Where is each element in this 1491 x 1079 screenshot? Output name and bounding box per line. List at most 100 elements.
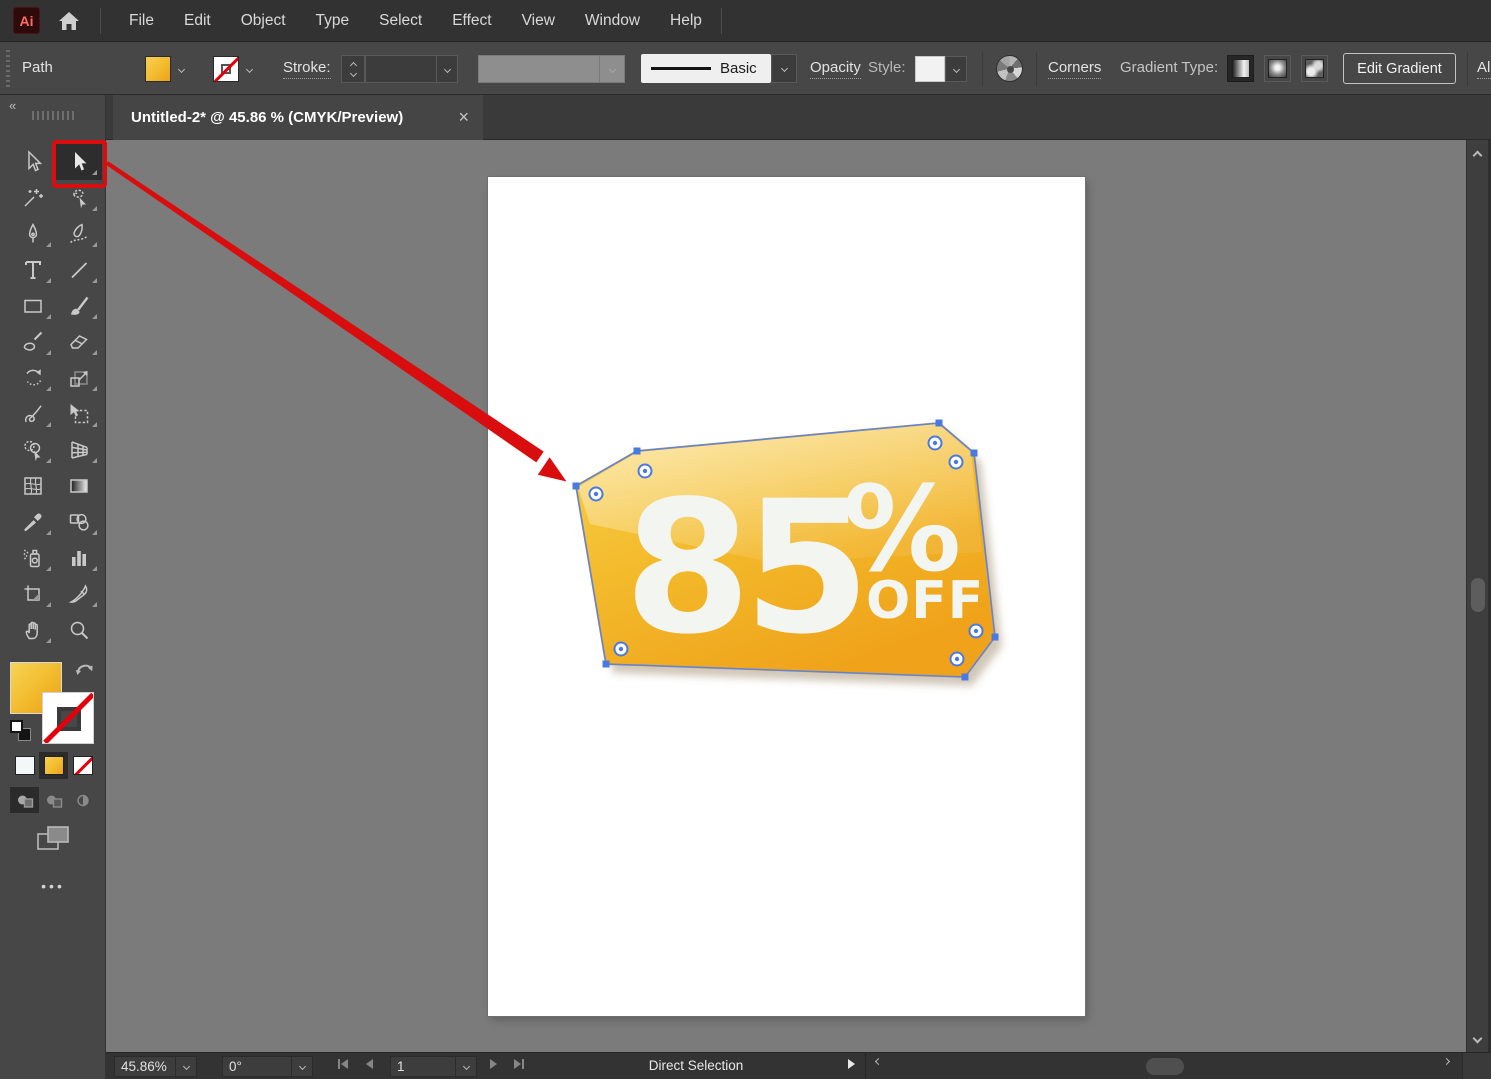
rotation-value: 0° bbox=[229, 1059, 242, 1074]
vertical-scrollbar[interactable] bbox=[1466, 140, 1488, 1052]
edit-toolbar-button[interactable]: ••• bbox=[0, 878, 106, 894]
zoom-level-field[interactable]: 45.86% bbox=[114, 1056, 176, 1077]
radial-gradient-icon bbox=[1268, 59, 1287, 78]
draw-inside-button[interactable] bbox=[68, 787, 97, 813]
artboard-number-field[interactable]: 1 bbox=[390, 1056, 456, 1077]
style-dropdown[interactable] bbox=[945, 56, 967, 82]
menu-select[interactable]: Select bbox=[364, 6, 437, 36]
annotation-highlight-box bbox=[52, 140, 107, 188]
status-expand-button[interactable] bbox=[848, 1059, 855, 1069]
scroll-left-icon[interactable] bbox=[876, 1059, 881, 1064]
menubar-divider bbox=[100, 8, 101, 34]
scroll-up-icon[interactable] bbox=[1473, 151, 1483, 161]
draw-normal-button[interactable] bbox=[10, 787, 39, 813]
stroke-weight-label[interactable]: Stroke: bbox=[283, 59, 331, 79]
controlbar-separator3 bbox=[1467, 52, 1468, 86]
menu-file[interactable]: File bbox=[114, 6, 169, 36]
menu-help[interactable]: Help bbox=[655, 6, 717, 36]
close-tab-icon[interactable]: × bbox=[458, 107, 469, 128]
edit-gradient-button[interactable]: Edit Gradient bbox=[1343, 53, 1456, 84]
appearance-buttons bbox=[10, 752, 97, 779]
color-button[interactable] bbox=[10, 752, 39, 779]
swap-fill-stroke-icon[interactable] bbox=[74, 659, 96, 679]
document-tab[interactable]: Untitled-2* @ 45.86 % (CMYK/Preview) × bbox=[113, 95, 483, 140]
horizontal-scrollbar-thumb[interactable] bbox=[1146, 1058, 1184, 1075]
change-screen-mode-button[interactable] bbox=[37, 826, 71, 857]
statusbar-separator bbox=[865, 1053, 866, 1079]
scroll-down-icon[interactable] bbox=[1473, 1034, 1483, 1044]
stroke-color-swatch[interactable] bbox=[213, 56, 239, 82]
recolor-artwork-icon[interactable] bbox=[996, 55, 1023, 82]
linear-gradient-icon bbox=[1231, 59, 1250, 78]
brush-dropdown[interactable] bbox=[771, 54, 797, 83]
width-profile-dropdown-chevron bbox=[599, 55, 625, 83]
first-artboard-button[interactable] bbox=[338, 1059, 348, 1069]
gradient-type-label: Gradient Type: bbox=[1120, 59, 1218, 76]
width-profile-dropdown bbox=[478, 55, 600, 83]
fill-color-dropdown[interactable] bbox=[172, 56, 190, 82]
none-button[interactable] bbox=[68, 752, 97, 779]
menu-view[interactable]: View bbox=[507, 6, 570, 36]
opacity-link[interactable]: Opacity bbox=[810, 59, 861, 79]
menu-effect[interactable]: Effect bbox=[437, 6, 506, 36]
color-swatch-icon bbox=[15, 756, 35, 775]
panel-grip-icon[interactable] bbox=[6, 50, 10, 88]
freeform-gradient-button[interactable] bbox=[1301, 55, 1328, 82]
discount-tag-artwork[interactable]: 85 % OFF bbox=[540, 395, 1030, 705]
none-slash-icon bbox=[214, 56, 239, 82]
last-artboard-button[interactable] bbox=[514, 1059, 524, 1069]
fill-stroke-cluster: ••• bbox=[0, 95, 106, 1079]
style-swatch[interactable] bbox=[915, 56, 945, 82]
default-fill-stroke-icon[interactable] bbox=[10, 720, 32, 742]
controlbar-separator2 bbox=[1036, 52, 1037, 86]
freeform-gradient-icon bbox=[1305, 59, 1324, 78]
zoom-level-value: 45.86% bbox=[121, 1059, 167, 1074]
menu-edit[interactable]: Edit bbox=[169, 6, 226, 36]
home-icon[interactable] bbox=[58, 11, 80, 31]
off-label-text: OFF bbox=[866, 571, 984, 631]
artboard-number-dropdown[interactable] bbox=[455, 1056, 477, 1077]
draw-behind-button[interactable] bbox=[39, 787, 68, 813]
fill-color-swatch[interactable] bbox=[145, 56, 171, 82]
brush-name: Basic bbox=[720, 60, 757, 77]
menu-items: File Edit Object Type Select Effect View… bbox=[114, 6, 717, 36]
stroke-color-indicator[interactable] bbox=[42, 692, 94, 744]
controlbar-separator bbox=[982, 52, 983, 86]
status-bar: 45.86% 0° 1 Direct Selection bbox=[106, 1052, 1491, 1079]
menu-window[interactable]: Window bbox=[570, 6, 655, 36]
style-label: Style: bbox=[868, 59, 906, 76]
rotation-field[interactable]: 0° bbox=[222, 1056, 292, 1077]
stroke-weight-dropdown[interactable] bbox=[436, 55, 458, 83]
previous-artboard-button[interactable] bbox=[366, 1059, 373, 1069]
brush-definition-field[interactable]: Basic bbox=[641, 54, 771, 83]
tools-panel: « bbox=[0, 95, 106, 1079]
zoom-level-dropdown[interactable] bbox=[175, 1056, 197, 1077]
stroke-weight-field[interactable] bbox=[365, 55, 437, 83]
corners-link[interactable]: Corners bbox=[1048, 59, 1101, 79]
brush-stroke-preview-icon bbox=[651, 67, 711, 70]
draw-behind-icon bbox=[45, 793, 63, 808]
gradient-button[interactable] bbox=[39, 752, 68, 779]
screen-mode-icon bbox=[37, 826, 71, 852]
linear-gradient-button[interactable] bbox=[1227, 55, 1254, 82]
menu-object[interactable]: Object bbox=[226, 6, 301, 36]
drawing-mode-buttons bbox=[10, 787, 97, 813]
align-link-clipped[interactable]: Al bbox=[1477, 59, 1491, 79]
stroke-weight-stepper[interactable] bbox=[341, 55, 365, 83]
next-artboard-button[interactable] bbox=[490, 1059, 497, 1069]
none-slash-icon bbox=[43, 693, 94, 744]
none-swatch-icon bbox=[73, 756, 93, 775]
default-fill-mini bbox=[10, 720, 23, 733]
rotation-dropdown[interactable] bbox=[291, 1056, 313, 1077]
scroll-right-icon[interactable] bbox=[1444, 1059, 1449, 1064]
document-tab-title: Untitled-2* @ 45.86 % (CMYK/Preview) bbox=[131, 109, 403, 126]
menu-type[interactable]: Type bbox=[301, 6, 365, 36]
stroke-color-dropdown[interactable] bbox=[240, 56, 258, 82]
draw-inside-icon bbox=[75, 793, 91, 808]
vertical-scrollbar-thumb[interactable] bbox=[1471, 578, 1485, 612]
illustrator-logo-icon[interactable]: Ai bbox=[13, 7, 40, 34]
radial-gradient-button[interactable] bbox=[1264, 55, 1291, 82]
status-tool-name: Direct Selection bbox=[546, 1058, 846, 1073]
discount-number-text: 85 bbox=[624, 462, 863, 675]
menubar-divider2 bbox=[721, 8, 722, 34]
